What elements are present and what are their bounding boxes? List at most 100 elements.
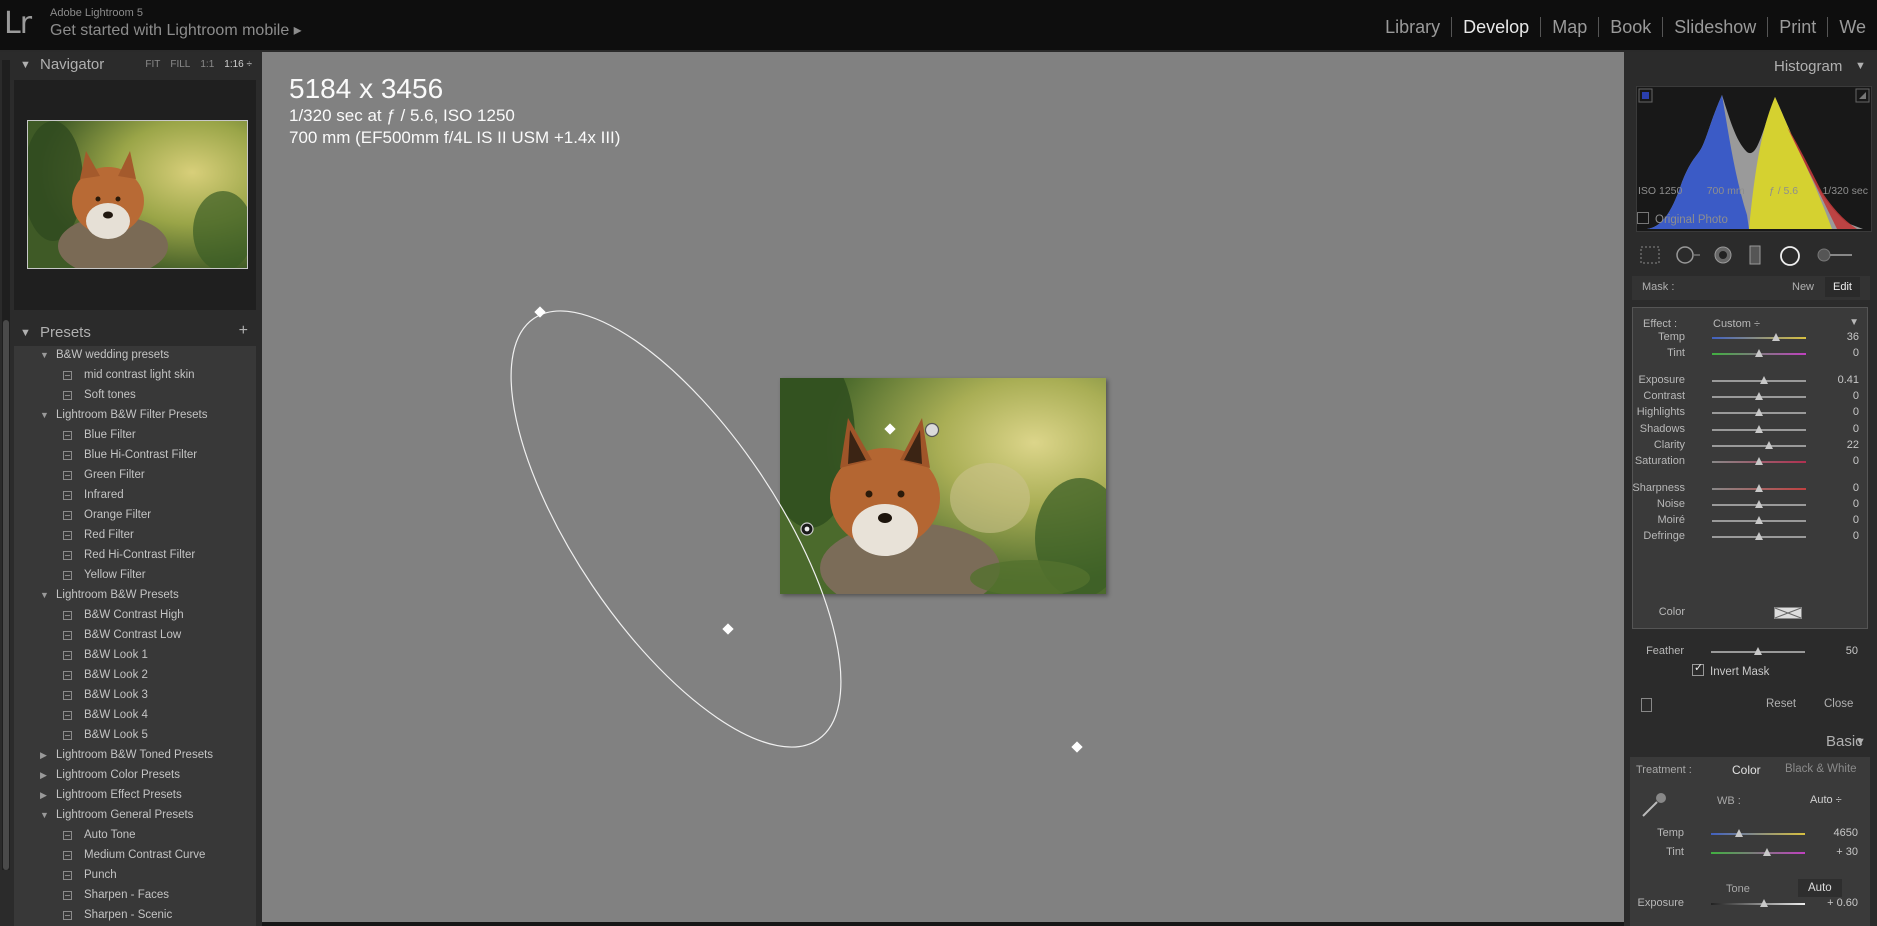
- add-preset-icon[interactable]: +: [239, 322, 248, 340]
- module-print[interactable]: Print: [1767, 17, 1827, 37]
- zoom-fit[interactable]: FIT: [145, 59, 160, 70]
- slider-knob[interactable]: [1759, 376, 1768, 384]
- basic-exposure-value[interactable]: + 0.60: [1827, 897, 1858, 909]
- checkbox-icon[interactable]: [1637, 212, 1649, 224]
- wb-dropdown[interactable]: Auto ÷: [1810, 794, 1842, 806]
- module-develop[interactable]: Develop: [1451, 17, 1540, 37]
- preset-item[interactable]: Punch: [14, 866, 256, 886]
- preset-item[interactable]: Blue Filter: [14, 426, 256, 446]
- slider-knob[interactable]: [1771, 333, 1780, 341]
- red-eye-icon[interactable]: [1712, 245, 1734, 265]
- preset-item[interactable]: B&W Look 5: [14, 726, 256, 746]
- adjustment-brush-icon[interactable]: [1816, 245, 1856, 265]
- crop-overlay-icon[interactable]: [1638, 245, 1662, 265]
- slider-value[interactable]: 0: [1853, 390, 1859, 402]
- spot-removal-icon[interactable]: [1674, 245, 1702, 265]
- color-swatch[interactable]: [1774, 607, 1802, 619]
- mask-new-button[interactable]: New: [1792, 281, 1814, 293]
- slider-knob[interactable]: [1755, 392, 1763, 400]
- basic-tint-value[interactable]: + 30: [1836, 846, 1858, 858]
- left-panel-scrollbar[interactable]: [2, 60, 10, 870]
- feather-value[interactable]: 50: [1846, 645, 1858, 657]
- preset-folder[interactable]: ▶ Lightroom Color Presets: [14, 766, 256, 786]
- slider-knob[interactable]: [1755, 532, 1763, 540]
- preset-item[interactable]: Sharpen - Scenic: [14, 906, 256, 926]
- collapsed-triangle-icon[interactable]: ▶: [40, 770, 47, 781]
- slider-value[interactable]: 0: [1853, 423, 1859, 435]
- expanded-triangle-icon[interactable]: ▼: [40, 410, 49, 420]
- preset-item[interactable]: mid contrast light skin: [14, 366, 256, 386]
- basic-tint-knob[interactable]: [1763, 848, 1772, 856]
- slider-value[interactable]: 0: [1853, 514, 1859, 526]
- scrollbar-thumb[interactable]: [3, 320, 9, 870]
- preset-item[interactable]: B&W Look 3: [14, 686, 256, 706]
- module-web[interactable]: We: [1827, 17, 1877, 37]
- treatment-color-button[interactable]: Color: [1732, 763, 1761, 777]
- presets-header[interactable]: ▼ Presets +: [14, 320, 256, 346]
- expanded-triangle-icon[interactable]: ▼: [40, 810, 49, 820]
- module-map[interactable]: Map: [1540, 17, 1598, 37]
- preset-folder[interactable]: ▼ B&W wedding presets: [14, 346, 256, 366]
- slider-knob[interactable]: [1755, 425, 1763, 433]
- histogram-collapse-icon[interactable]: ▼: [1855, 60, 1866, 72]
- graduated-filter-icon[interactable]: [1746, 245, 1764, 265]
- navigator-header[interactable]: ▼ Navigator FIT FILL 1:1 1:16 ÷: [14, 52, 256, 78]
- radial-filter-icon[interactable]: [1778, 245, 1802, 267]
- slider-track[interactable]: [1712, 337, 1806, 339]
- module-slideshow[interactable]: Slideshow: [1662, 17, 1767, 37]
- invert-mask-checkbox[interactable]: ✓: [1692, 662, 1704, 676]
- preset-item[interactable]: B&W Contrast High: [14, 606, 256, 626]
- effect-collapse-icon[interactable]: ▼: [1849, 317, 1859, 328]
- slider-knob[interactable]: [1755, 516, 1763, 524]
- preset-item[interactable]: Auto Tone: [14, 826, 256, 846]
- slider-value[interactable]: 0: [1853, 498, 1859, 510]
- preset-item[interactable]: Yellow Filter: [14, 566, 256, 586]
- slider-value[interactable]: 22: [1847, 439, 1859, 451]
- zoom-1-16[interactable]: 1:16 ÷: [224, 59, 252, 70]
- slider-value[interactable]: 36: [1847, 331, 1859, 343]
- slider-value[interactable]: 0.41: [1838, 374, 1859, 386]
- module-book[interactable]: Book: [1598, 17, 1662, 37]
- slider-value[interactable]: 0: [1853, 482, 1859, 494]
- preset-folder[interactable]: ▼ Lightroom B&W Presets: [14, 586, 256, 606]
- basic-collapse-icon[interactable]: ▼: [1855, 736, 1866, 748]
- slider-knob[interactable]: [1755, 349, 1763, 357]
- close-button[interactable]: Close: [1824, 698, 1853, 710]
- mask-edit-button[interactable]: Edit: [1825, 277, 1860, 297]
- expanded-triangle-icon[interactable]: ▼: [40, 350, 49, 360]
- preset-folder[interactable]: ▶ Lightroom B&W Toned Presets: [14, 746, 256, 766]
- basic-tint-track[interactable]: [1711, 852, 1805, 854]
- preset-folder[interactable]: ▼ Lightroom General Presets: [14, 806, 256, 826]
- preset-item[interactable]: Soft tones: [14, 386, 256, 406]
- invert-mask-toggle[interactable]: ✓ Invert Mask: [1692, 662, 1769, 678]
- original-photo-toggle[interactable]: Original Photo: [1637, 212, 1728, 226]
- preset-item[interactable]: B&W Look 1: [14, 646, 256, 666]
- preset-item[interactable]: B&W Look 2: [14, 666, 256, 686]
- preset-item[interactable]: Green Filter: [14, 466, 256, 486]
- basic-temp-value[interactable]: 4650: [1834, 827, 1858, 839]
- preset-item[interactable]: Orange Filter: [14, 506, 256, 526]
- basic-temp-track[interactable]: [1711, 833, 1805, 835]
- navigator-thumbnail[interactable]: [27, 120, 248, 269]
- mask-toggle-switch-icon[interactable]: [1641, 698, 1652, 712]
- slider-knob[interactable]: [1755, 484, 1763, 492]
- slider-knob[interactable]: [1755, 500, 1763, 508]
- preset-item[interactable]: Red Hi-Contrast Filter: [14, 546, 256, 566]
- preset-folder[interactable]: ▼ Lightroom B&W Filter Presets: [14, 406, 256, 426]
- preset-item[interactable]: B&W Look 4: [14, 706, 256, 726]
- slider-track[interactable]: [1712, 445, 1806, 447]
- preset-folder[interactable]: ▶ Lightroom Effect Presets: [14, 786, 256, 806]
- preset-item[interactable]: Infrared: [14, 486, 256, 506]
- white-balance-eyedropper-icon[interactable]: [1639, 790, 1669, 820]
- zoom-fill[interactable]: FILL: [170, 59, 190, 70]
- slider-knob[interactable]: [1755, 457, 1763, 465]
- preset-item[interactable]: Red Filter: [14, 526, 256, 546]
- main-photo[interactable]: [780, 378, 1106, 594]
- basic-temp-knob[interactable]: [1735, 829, 1744, 837]
- slider-knob[interactable]: [1765, 441, 1774, 449]
- slider-value[interactable]: 0: [1853, 455, 1859, 467]
- preset-item[interactable]: B&W Contrast Low: [14, 626, 256, 646]
- slider-knob[interactable]: [1755, 408, 1763, 416]
- get-started-link[interactable]: Get started with Lightroom mobile ▸: [50, 20, 302, 40]
- feather-knob[interactable]: [1754, 647, 1762, 655]
